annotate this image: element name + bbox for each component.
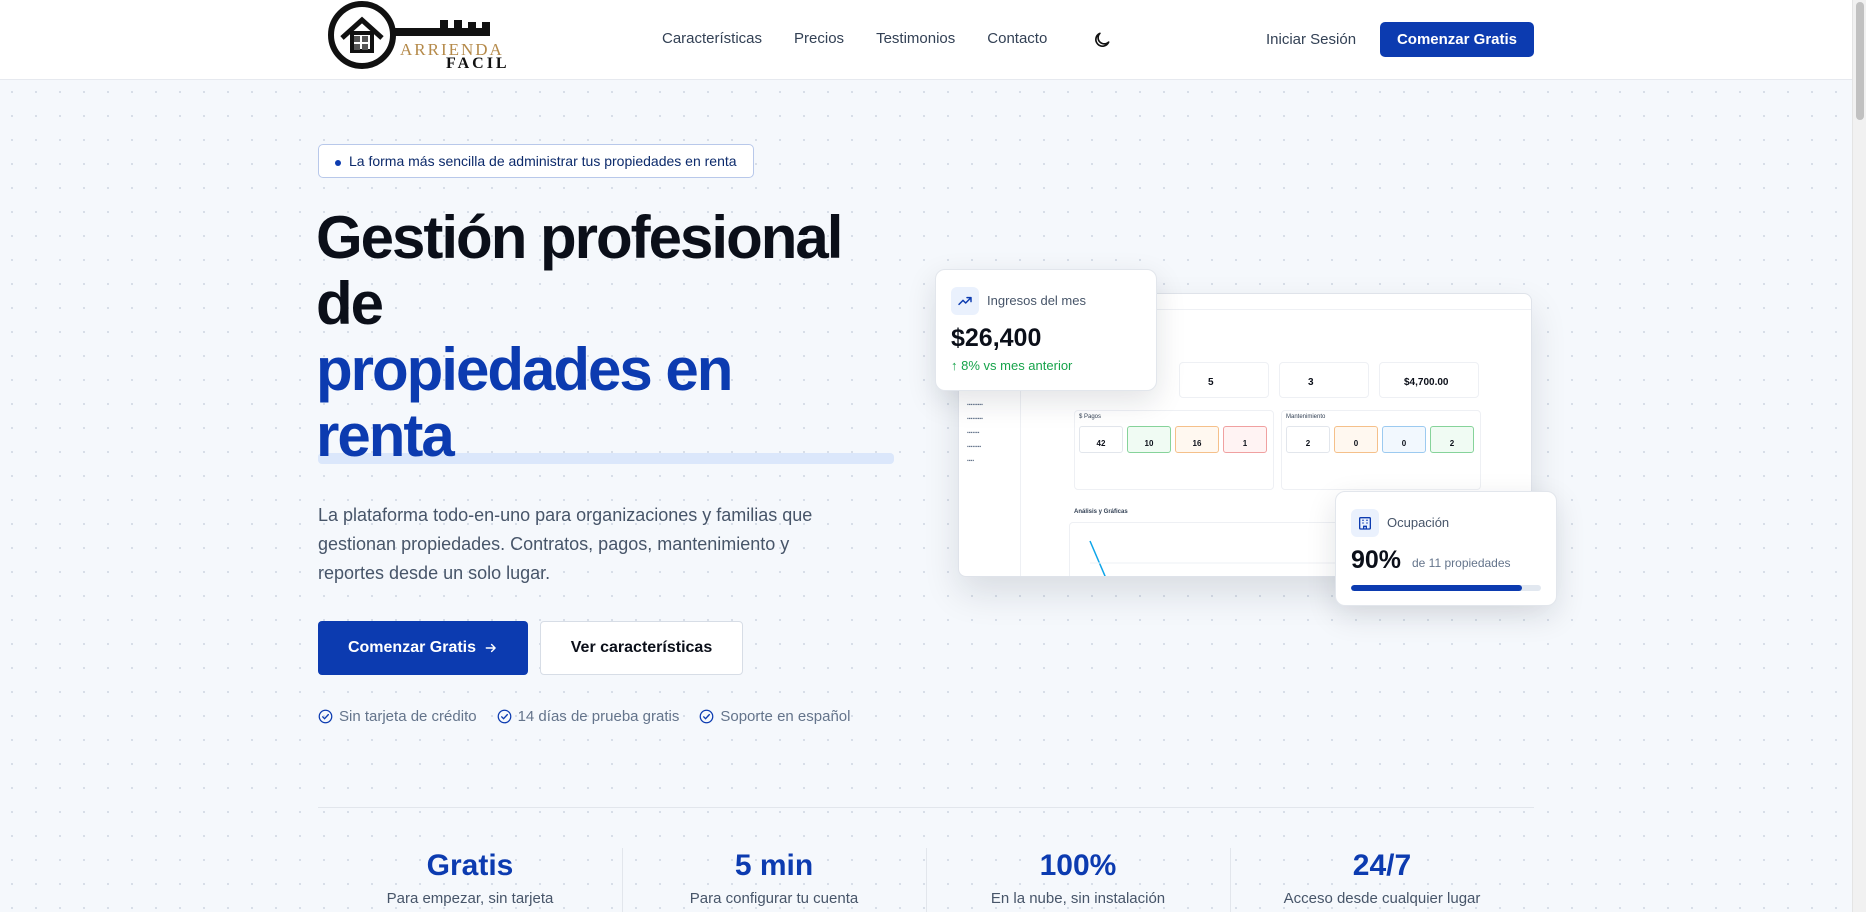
occupancy-progress-bar <box>1351 585 1541 591</box>
preview-kpi-card: $4,700.00 <box>1379 362 1479 398</box>
benefit-label: Soporte en español <box>720 708 851 725</box>
preview-mant-chip: 0 <box>1382 426 1426 453</box>
hero-title-line-4: renta <box>316 402 455 469</box>
check-circle-icon <box>497 709 511 724</box>
preview-pagos-panel: $ Pagos 42 10 16 1 <box>1074 410 1274 490</box>
preview-pagos-chip: 16 <box>1175 426 1219 453</box>
occupancy-label: Ocupación <box>1387 515 1450 530</box>
scrollbar-thumb[interactable] <box>1856 2 1864 120</box>
nav-link-testimonios[interactable]: Testimonios <box>876 30 955 47</box>
arrienda-facil-logo[interactable]: ARRIENDA FACIL <box>322 0 522 74</box>
main-nav: Características Precios Testimonios Cont… <box>662 30 1047 47</box>
hero-title-line-1: Gestión profesional <box>316 204 843 271</box>
view-features-button[interactable]: Ver características <box>540 621 743 675</box>
preview-mant-chip: 0 <box>1334 426 1378 453</box>
preview-pagos-chip: 10 <box>1127 426 1171 453</box>
building-icon <box>1351 509 1379 537</box>
nav-link-caracteristicas[interactable]: Características <box>662 30 762 47</box>
stat-value: Gratis <box>426 849 514 882</box>
stat-value: 5 min <box>734 849 814 882</box>
login-link[interactable]: Iniciar Sesión <box>1266 31 1356 48</box>
check-circle-icon <box>318 709 333 724</box>
occupancy-subtext: de 11 propiedades <box>1412 556 1511 570</box>
dotted-background <box>0 80 1852 912</box>
hero-title-line-3: propiedades en <box>316 336 733 403</box>
start-free-label: Comenzar Gratis <box>347 639 477 656</box>
benefits-list: Sin tarjeta de crédito 14 días de prueba… <box>318 708 850 725</box>
monthly-income-card: Ingresos del mes $26,400 ↑ 8% vs mes ant… <box>935 269 1157 391</box>
preview-kpi-card: 3 <box>1279 362 1369 398</box>
nav-link-precios[interactable]: Precios <box>794 30 844 47</box>
benefit-label: Sin tarjeta de crédito <box>339 708 477 725</box>
preview-mantenimiento-title: Mantenimiento <box>1286 414 1326 420</box>
stat-label: Acceso desde cualquier lugar <box>1283 890 1481 907</box>
nav-link-contacto[interactable]: Contacto <box>987 30 1047 47</box>
hero-title: Gestión profesional de propiedades en re… <box>316 205 916 469</box>
benefit-item: 14 días de prueba gratis <box>497 708 680 725</box>
arrow-right-icon <box>485 643 496 653</box>
income-label: Ingresos del mes <box>987 293 1086 308</box>
page-scrollbar[interactable] <box>1852 0 1866 912</box>
arrow-up-icon: ↑ <box>951 358 958 373</box>
preview-kpi-value: 5 <box>1208 377 1214 388</box>
income-value: $26,400 <box>951 324 1042 352</box>
income-change: ↑ 8% vs mes anterior <box>951 358 1072 373</box>
stat-item: 5 min Para configurar tu cuenta <box>622 848 926 912</box>
benefit-label: 14 días de prueba gratis <box>517 708 680 725</box>
preview-mant-chip: 2 <box>1430 426 1474 453</box>
benefit-item: Sin tarjeta de crédito <box>318 708 477 725</box>
stats-row: Gratis Para empezar, sin tarjeta 5 min P… <box>318 848 1534 912</box>
hero-description: La plataforma todo-en-uno para organizac… <box>318 505 813 583</box>
hero-title-line-2: de <box>316 270 384 337</box>
tagline-badge: La forma más sencilla de administrar tus… <box>318 144 754 178</box>
stat-item: 24/7 Acceso desde cualquier lugar <box>1230 848 1534 912</box>
header-start-free-button[interactable]: Comenzar Gratis <box>1380 22 1534 57</box>
check-circle-icon <box>699 709 714 724</box>
stat-value: 24/7 <box>1352 849 1412 882</box>
preview-pagos-title: $ Pagos <box>1079 414 1102 420</box>
preview-kpi-value: $4,700.00 <box>1404 377 1449 388</box>
occupancy-card: Ocupación 90% de 11 propiedades <box>1335 491 1557 606</box>
stat-label: Para empezar, sin tarjeta <box>386 890 554 907</box>
top-navbar: ARRIENDA FACIL Características Precios T… <box>0 0 1852 80</box>
section-divider <box>318 807 1534 808</box>
preview-analysis-title: Análisis y Gráficas <box>1074 509 1128 515</box>
stat-item: Gratis Para empezar, sin tarjeta <box>318 848 622 907</box>
income-change-label: 8% vs mes anterior <box>961 358 1073 373</box>
preview-mant-chip: 2 <box>1286 426 1330 453</box>
benefit-item: Soporte en español <box>699 708 850 725</box>
moon-icon[interactable] <box>1092 30 1112 50</box>
preview-mantenimiento-panel: Mantenimiento 2 0 0 2 <box>1281 410 1481 490</box>
stat-value: 100% <box>1039 849 1117 882</box>
preview-pagos-chip: 42 <box>1079 426 1123 453</box>
stat-item: 100% En la nube, sin instalación <box>926 848 1230 912</box>
occupancy-value: 90% <box>1351 546 1402 574</box>
stat-label: En la nube, sin instalación <box>990 890 1166 907</box>
logo-text-facil: FACIL <box>446 55 510 72</box>
stat-label: Para configurar tu cuenta <box>689 890 859 907</box>
trending-up-icon <box>951 287 979 315</box>
preview-pagos-chip: 1 <box>1223 426 1267 453</box>
start-free-button[interactable]: Comenzar Gratis <box>318 621 528 675</box>
occupancy-progress-fill <box>1351 585 1522 591</box>
preview-kpi-value: 3 <box>1308 377 1314 388</box>
preview-kpi-card: 5 <box>1179 362 1269 398</box>
